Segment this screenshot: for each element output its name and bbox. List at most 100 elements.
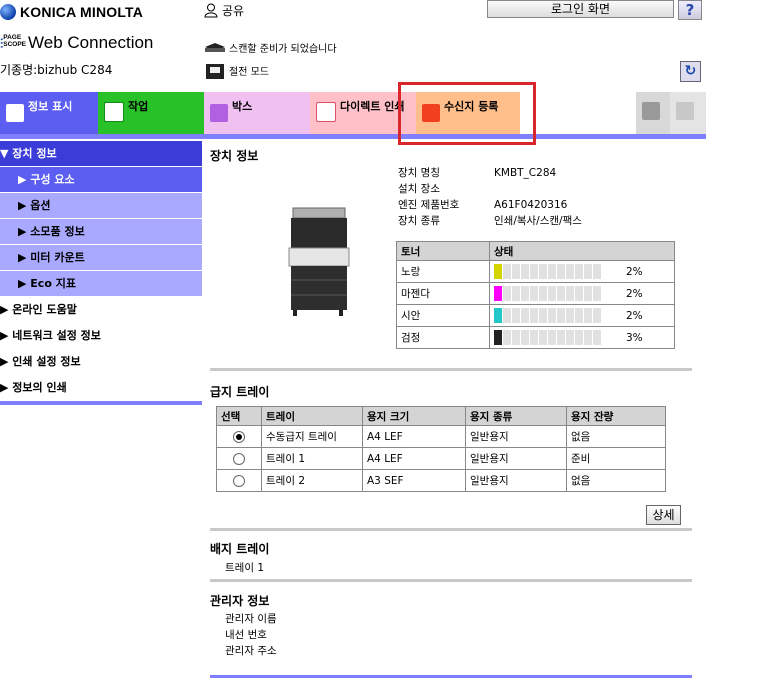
- user-mode-label: 공유: [222, 4, 245, 18]
- toner-table: 토너 상태 노랑 2% 마젠다 2% 시안 2% 검정 3%: [396, 241, 675, 349]
- toner-bar-segment: [593, 330, 601, 345]
- user-icon: [204, 3, 218, 18]
- tray-name: 수동급지 트레이: [261, 425, 363, 448]
- sidebar-item-label: ▶ 소모품 정보: [18, 225, 85, 238]
- sidebar-item-label: ▼ 장치 정보: [0, 147, 57, 160]
- field-label: 설치 장소: [398, 183, 440, 195]
- toner-bar-segment: [503, 286, 511, 301]
- admin-name: 관리자 이름: [225, 613, 277, 625]
- tab-direct-print-label: 다이렉트 인쇄: [340, 100, 405, 113]
- paper-tray-title: 급지 트레이: [210, 385, 270, 399]
- output-tray-title: 배지 트레이: [210, 542, 270, 556]
- toner-bar-segment: [512, 308, 520, 323]
- toner-percent: 3%: [622, 326, 675, 349]
- toner-row-magenta: 마젠다 2%: [396, 282, 675, 305]
- refresh-button[interactable]: ↻: [680, 61, 701, 82]
- gear-icon: [642, 102, 660, 120]
- toner-name: 시안: [396, 304, 490, 327]
- detail-button[interactable]: 상세: [646, 505, 681, 525]
- sidebar-item-print-info[interactable]: ▶ 정보의 인쇄: [0, 375, 202, 401]
- tray-header-type: 용지 종류: [465, 406, 567, 426]
- toner-bar-segment: [575, 286, 583, 301]
- login-screen-button[interactable]: 로그인 화면: [487, 0, 674, 18]
- sidebar-item-device-info[interactable]: ▼ 장치 정보: [0, 141, 202, 167]
- field-label: 엔진 제품번호: [398, 199, 460, 211]
- sidebar-item-label: ▶ 온라인 도움말: [0, 303, 77, 316]
- toner-bar-segment: [494, 330, 502, 345]
- tray-name: 트레이 2: [261, 469, 363, 492]
- tab-info[interactable]: 정보 표시: [0, 92, 98, 134]
- sidebar-item-label: ▶ 미터 카운트: [18, 251, 85, 264]
- toner-bar-segment: [575, 264, 583, 279]
- tray-name: 트레이 1: [261, 447, 363, 470]
- toner-bar-segment: [530, 308, 538, 323]
- bottom-bar: [210, 675, 692, 678]
- user-mode: 공유: [204, 2, 244, 19]
- sidebar-item-eco[interactable]: ▶ Eco 지표: [0, 271, 202, 297]
- tab-box-label: 박스: [232, 100, 253, 113]
- tray-remain: 없음: [566, 425, 666, 448]
- toner-bar-segment: [539, 286, 547, 301]
- tab-job[interactable]: 작업: [98, 92, 204, 134]
- print-icon: [316, 102, 336, 122]
- sidebar-item-meter-count[interactable]: ▶ 미터 카운트: [0, 245, 202, 271]
- tray-radio[interactable]: [233, 474, 245, 487]
- tab-settings[interactable]: [636, 92, 670, 134]
- toner-bar-segment: [548, 264, 556, 279]
- sidebar-item-print-settings[interactable]: ▶ 인쇄 설정 정보: [0, 349, 202, 375]
- toner-bar-segment: [575, 330, 583, 345]
- scanner-icon: [205, 43, 225, 52]
- tab-info-label: 정보 표시: [28, 100, 73, 113]
- toner-bar-segment: [548, 286, 556, 301]
- printer-image: [288, 207, 350, 316]
- toner-bar-segment: [557, 330, 565, 345]
- toner-bar-segment: [593, 308, 601, 323]
- field-label: 장치 명칭: [398, 167, 440, 179]
- sidebar-item-label: ▶ 네트워크 설정 정보: [0, 329, 101, 342]
- toner-bar-segment: [521, 264, 529, 279]
- toner-bar-segment: [530, 286, 538, 301]
- toner-bar-segment: [539, 308, 547, 323]
- scan-status: 스캔할 준비가 되었습니다: [204, 40, 337, 55]
- toner-bar-segment: [557, 308, 565, 323]
- toner-bar-segment: [494, 264, 502, 279]
- refresh-icon: ↻: [684, 63, 697, 79]
- tab-underline: [0, 134, 706, 139]
- toner-header-name: 토너: [396, 241, 490, 261]
- konica-minolta-logo: KONICA MINOLTA: [0, 4, 143, 20]
- toner-level-bar: [494, 330, 602, 345]
- tab-job-label: 작업: [128, 100, 149, 113]
- toner-bar-segment: [530, 330, 538, 345]
- toner-level-bar: [494, 264, 602, 279]
- tab-box[interactable]: 박스: [204, 92, 310, 134]
- scan-status-text: 스캔할 준비가 되었습니다: [229, 44, 337, 55]
- sidebar-item-network-settings[interactable]: ▶ 네트워크 설정 정보: [0, 323, 202, 349]
- info-icon: [6, 104, 24, 122]
- tray-radio[interactable]: [233, 430, 245, 443]
- toner-bar-segment: [539, 264, 547, 279]
- sidebar-item-components[interactable]: ▶ 구성 요소: [0, 167, 202, 193]
- sidebar-item-consumables[interactable]: ▶ 소모품 정보: [0, 219, 202, 245]
- tray-type: 일반용지: [465, 447, 567, 470]
- product-name: Web Connection: [28, 33, 154, 52]
- device-field-type: 장치 종류 인쇄/복사/스캔/팩스: [398, 213, 582, 229]
- job-icon: [104, 102, 124, 122]
- sidebar-item-options[interactable]: ▶ 옵션: [0, 193, 202, 219]
- sidebar-item-label: ▶ 정보의 인쇄: [0, 381, 67, 394]
- sidebar: ▼ 장치 정보 ▶ 구성 요소 ▶ 옵션 ▶ 소모품 정보 ▶ 미터 카운트 ▶…: [0, 141, 202, 405]
- pagescope-badge: PAGE SCOPE: [3, 34, 27, 48]
- sidebar-item-online-help[interactable]: ▶ 온라인 도움말: [0, 297, 202, 323]
- toner-percent: 2%: [622, 304, 675, 327]
- toner-percent: 2%: [622, 282, 675, 305]
- toner-bar-segment: [521, 308, 529, 323]
- tab-admin[interactable]: [670, 92, 706, 134]
- sidebar-item-label: ▶ 인쇄 설정 정보: [0, 355, 81, 368]
- tray-header-remain: 용지 잔량: [566, 406, 666, 426]
- help-button[interactable]: ?: [678, 0, 702, 20]
- toner-bar-segment: [512, 286, 520, 301]
- sidebar-item-label: ▶ 옵션: [18, 199, 51, 212]
- tray-radio[interactable]: [233, 452, 245, 465]
- section-divider: [210, 528, 692, 531]
- toner-bar-segment: [566, 286, 574, 301]
- table-row: 트레이 1 A4 LEF 일반용지 준비: [216, 447, 666, 470]
